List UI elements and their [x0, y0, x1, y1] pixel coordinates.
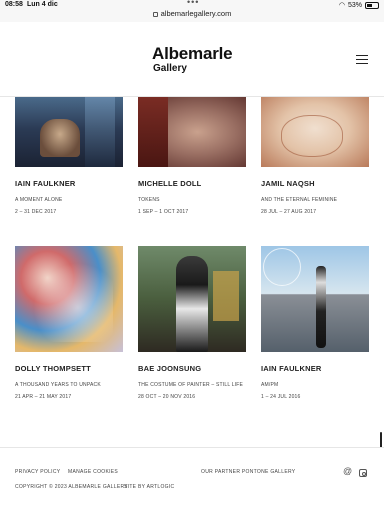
tab-dots-icon[interactable]: ••• [187, 0, 199, 7]
exhibition-dates: 1 – 24 JUL 2016 [261, 394, 301, 400]
artwork-image[interactable] [15, 97, 123, 167]
exhibition-dates: 2 – 31 DEC 2017 [15, 209, 57, 215]
privacy-policy-link[interactable]: PRIVACY POLICY [15, 469, 60, 475]
artist-name[interactable]: JAMIL NAQSH [261, 179, 315, 188]
instagram-icon[interactable] [359, 469, 367, 477]
copyright-text: COPYRIGHT © 2023 ALBEMARLE GALLERY [15, 484, 128, 490]
exhibition-dates: 28 JUL – 27 AUG 2017 [261, 209, 317, 215]
lock-icon [152, 11, 158, 17]
status-time: 08:58 [5, 1, 23, 8]
hamburger-icon[interactable] [356, 55, 368, 64]
exhibition-card[interactable]: IAIN FAULKNER AM/PM 1 – 24 JUL 2016 [261, 246, 369, 400]
exhibition-title: TOKENS [138, 197, 160, 203]
exhibition-card[interactable]: BAE JOONSUNG THE COSTUME OF PAINTER – ST… [138, 246, 246, 400]
partner-gallery-link[interactable]: OUR PARTNER PONTONE GALLERY [201, 469, 295, 475]
exhibition-title: A THOUSAND YEARS TO UNPACK [15, 382, 101, 388]
battery-icon [365, 1, 379, 9]
status-date: Lun 4 dic [27, 1, 58, 8]
exhibition-card[interactable]: MICHELLE DOLL TOKENS 1 SEP – 1 OCT 2017 [138, 97, 246, 215]
artwork-image[interactable] [138, 246, 246, 352]
at-icon[interactable]: @ [343, 466, 352, 476]
exhibition-title: AND THE ETERNAL FEMININE [261, 197, 338, 203]
exhibition-card[interactable]: DOLLY THOMPSETT A THOUSAND YEARS TO UNPA… [15, 246, 123, 400]
logo-subtitle[interactable]: Gallery [153, 63, 187, 74]
artist-name[interactable]: BAE JOONSUNG [138, 364, 201, 373]
artist-name[interactable]: DOLLY THOMPSETT [15, 364, 91, 373]
url-bar[interactable]: albemarlegallery.com [0, 9, 384, 18]
artist-name[interactable]: MICHELLE DOLL [138, 179, 201, 188]
manage-cookies-link[interactable]: MANAGE COOKIES [68, 469, 118, 475]
exhibition-card[interactable]: JAMIL NAQSH AND THE ETERNAL FEMININE 28 … [261, 97, 369, 215]
exhibition-dates: 21 APR – 21 MAY 2017 [15, 394, 72, 400]
artwork-image[interactable] [15, 246, 123, 352]
exhibition-card[interactable]: IAIN FAULKNER A MOMENT ALONE 2 – 31 DEC … [15, 97, 123, 215]
url-text: albemarlegallery.com [160, 9, 232, 18]
exhibition-dates: 1 SEP – 1 OCT 2017 [138, 209, 189, 215]
site-footer: PRIVACY POLICY MANAGE COOKIES OUR PARTNE… [0, 447, 384, 512]
artwork-image[interactable] [138, 97, 246, 167]
battery-label: 53% [347, 1, 362, 9]
site-by-link[interactable]: SITE BY ARTLOGIC [124, 484, 174, 490]
status-right: ◠ 53% [339, 1, 379, 9]
exhibition-title: THE COSTUME OF PAINTER – STILL LIFE [138, 382, 244, 388]
exhibition-title: A MOMENT ALONE [15, 197, 63, 203]
artist-name[interactable]: IAIN FAULKNER [261, 364, 322, 373]
wifi-icon: ◠ [338, 2, 345, 9]
artwork-image[interactable] [261, 97, 369, 167]
site-header: Albemarle Gallery [0, 22, 384, 97]
exhibition-title: AM/PM [261, 382, 279, 388]
logo[interactable]: Albemarle [152, 44, 233, 64]
artist-name[interactable]: IAIN FAULKNER [15, 179, 76, 188]
artwork-image[interactable] [261, 246, 369, 352]
exhibition-dates: 28 OCT – 20 NOV 2016 [138, 394, 196, 400]
